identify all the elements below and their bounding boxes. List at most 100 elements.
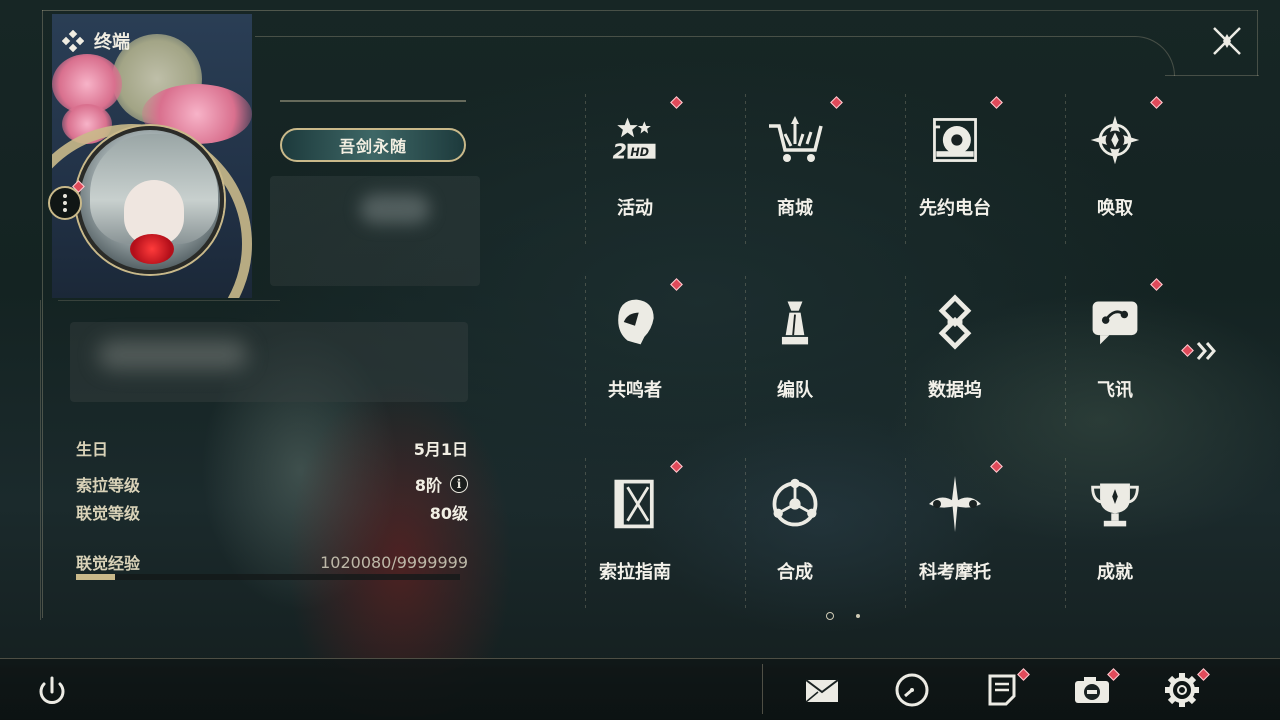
- clock-icon: [895, 673, 929, 707]
- menu-item-label: 活动: [617, 198, 653, 219]
- exp-progress-bar: [76, 574, 460, 580]
- diamond-cluster-icon: [62, 30, 84, 52]
- stat-union-exp: 联觉经验 1020080/9999999: [76, 550, 468, 574]
- stat-value: 80级: [429, 504, 468, 523]
- radio-record-icon: [925, 110, 985, 170]
- menu-item-4[interactable]: 唤取: [1035, 94, 1195, 244]
- double-chevron-right-icon: [1196, 342, 1216, 360]
- menu-item-1[interactable]: 2 HD 活动: [555, 94, 715, 244]
- svg-text:2: 2: [613, 140, 627, 164]
- stat-sola-level: 索拉等级 8阶 i: [76, 472, 468, 496]
- character-head-icon: [605, 292, 665, 352]
- menu-item-label: 编队: [777, 380, 813, 401]
- stat-value: 1020080/9999999: [320, 552, 468, 572]
- page-dot-current[interactable]: [826, 612, 834, 620]
- stat-union-level: 联觉等级 80级: [76, 500, 468, 524]
- menu-separator: [905, 458, 906, 608]
- close-button[interactable]: [1208, 22, 1246, 60]
- next-page-button[interactable]: [1180, 338, 1224, 364]
- menu-separator: [585, 276, 586, 426]
- frame-line-top: [42, 10, 1258, 11]
- window-title: 终端: [94, 32, 130, 53]
- stat-label: 联觉等级: [76, 504, 141, 523]
- window-title-bar: 终端: [62, 28, 130, 54]
- mail-icon: [805, 679, 839, 703]
- menu-separator: [905, 94, 906, 244]
- page-indicator: [826, 612, 860, 620]
- menu-separator: [1065, 276, 1066, 426]
- menu-item-badge: [990, 460, 1003, 473]
- title-plate[interactable]: 吾剑永随: [280, 128, 466, 162]
- close-x-icon: [1213, 27, 1241, 55]
- dot: [63, 208, 67, 212]
- synthesis-orbit-icon: [765, 474, 825, 534]
- divider: [280, 100, 466, 102]
- menu-item-11[interactable]: 科考摩托: [875, 458, 1035, 608]
- menu-item-12[interactable]: 成就: [1035, 458, 1195, 608]
- menu-separator: [1065, 458, 1066, 608]
- avatar[interactable]: [76, 126, 224, 274]
- menu-item-label: 飞讯: [1097, 380, 1133, 401]
- camera-button[interactable]: [1072, 670, 1112, 710]
- power-button[interactable]: [32, 672, 72, 712]
- menu-separator: [905, 276, 906, 426]
- menu-separator: [585, 458, 586, 608]
- mail-button[interactable]: [802, 670, 842, 710]
- menu-item-label: 科考摩托: [919, 562, 991, 583]
- menu-item-badge: [670, 96, 683, 109]
- menu-item-2[interactable]: 商城: [715, 94, 875, 244]
- stat-label: 生日: [76, 440, 109, 459]
- menu-item-6[interactable]: 编队: [715, 276, 875, 426]
- menu-item-label: 共鸣者: [608, 380, 662, 401]
- menu-item-10[interactable]: 合成: [715, 458, 875, 608]
- blurred-name-area: [270, 176, 480, 286]
- chess-king-icon: [765, 292, 825, 352]
- menu-item-label: 数据坞: [928, 380, 982, 401]
- menu-item-label: 合成: [777, 562, 813, 583]
- menu-item-label: 成就: [1097, 562, 1133, 583]
- menu-separator: [745, 276, 746, 426]
- stat-label: 联觉经验: [76, 554, 141, 573]
- data-dock-icon: [925, 292, 985, 352]
- guide-book-icon: [605, 474, 665, 534]
- menu-separator: [585, 94, 586, 244]
- menu-item-badge: [1150, 96, 1163, 109]
- clock-button[interactable]: [892, 670, 932, 710]
- menu-item-badge: [990, 96, 1003, 109]
- menu-item-3[interactable]: 先约电台: [875, 94, 1035, 244]
- trophy-icon: [1085, 474, 1145, 534]
- menu-item-badge: [670, 278, 683, 291]
- menu-item-label: 唤取: [1097, 198, 1133, 219]
- stat-value: 5月1日: [413, 440, 468, 459]
- menu-item-5[interactable]: 共鸣者: [555, 276, 715, 426]
- menu-item-label: 先约电台: [919, 198, 991, 219]
- frame-curve: [255, 36, 1175, 76]
- settings-button[interactable]: [1162, 670, 1202, 710]
- menu-separator: [1065, 94, 1066, 244]
- bottom-divider: [762, 664, 763, 714]
- notes-button[interactable]: [982, 670, 1022, 710]
- profile-more-button[interactable]: [48, 186, 82, 220]
- frame-line-right: [1257, 10, 1258, 76]
- menu-item-label: 商城: [777, 198, 813, 219]
- menu-separator: [745, 94, 746, 244]
- menu-item-label: 索拉指南: [599, 562, 671, 583]
- menu-item-9[interactable]: 索拉指南: [555, 458, 715, 608]
- camera-icon: [1075, 677, 1109, 703]
- frame-line-left: [42, 10, 43, 618]
- divider: [58, 300, 280, 301]
- menu-item-badge: [830, 96, 843, 109]
- menu-item-7[interactable]: 数据坞: [875, 276, 1035, 426]
- blurred-signature-area: [70, 322, 468, 402]
- exp-progress-fill: [76, 574, 116, 580]
- info-icon[interactable]: i: [450, 475, 468, 493]
- stat-value-wrap: 8阶 i: [415, 472, 468, 496]
- menu-separator: [745, 458, 746, 608]
- menu-item-8[interactable]: 飞讯: [1035, 276, 1195, 426]
- notes-icon: [988, 674, 1016, 706]
- avatar-flower: [130, 234, 174, 264]
- stat-value: 8阶: [414, 476, 442, 495]
- page-dot[interactable]: [856, 614, 860, 618]
- dot: [63, 201, 67, 205]
- menu-item-badge: [670, 460, 683, 473]
